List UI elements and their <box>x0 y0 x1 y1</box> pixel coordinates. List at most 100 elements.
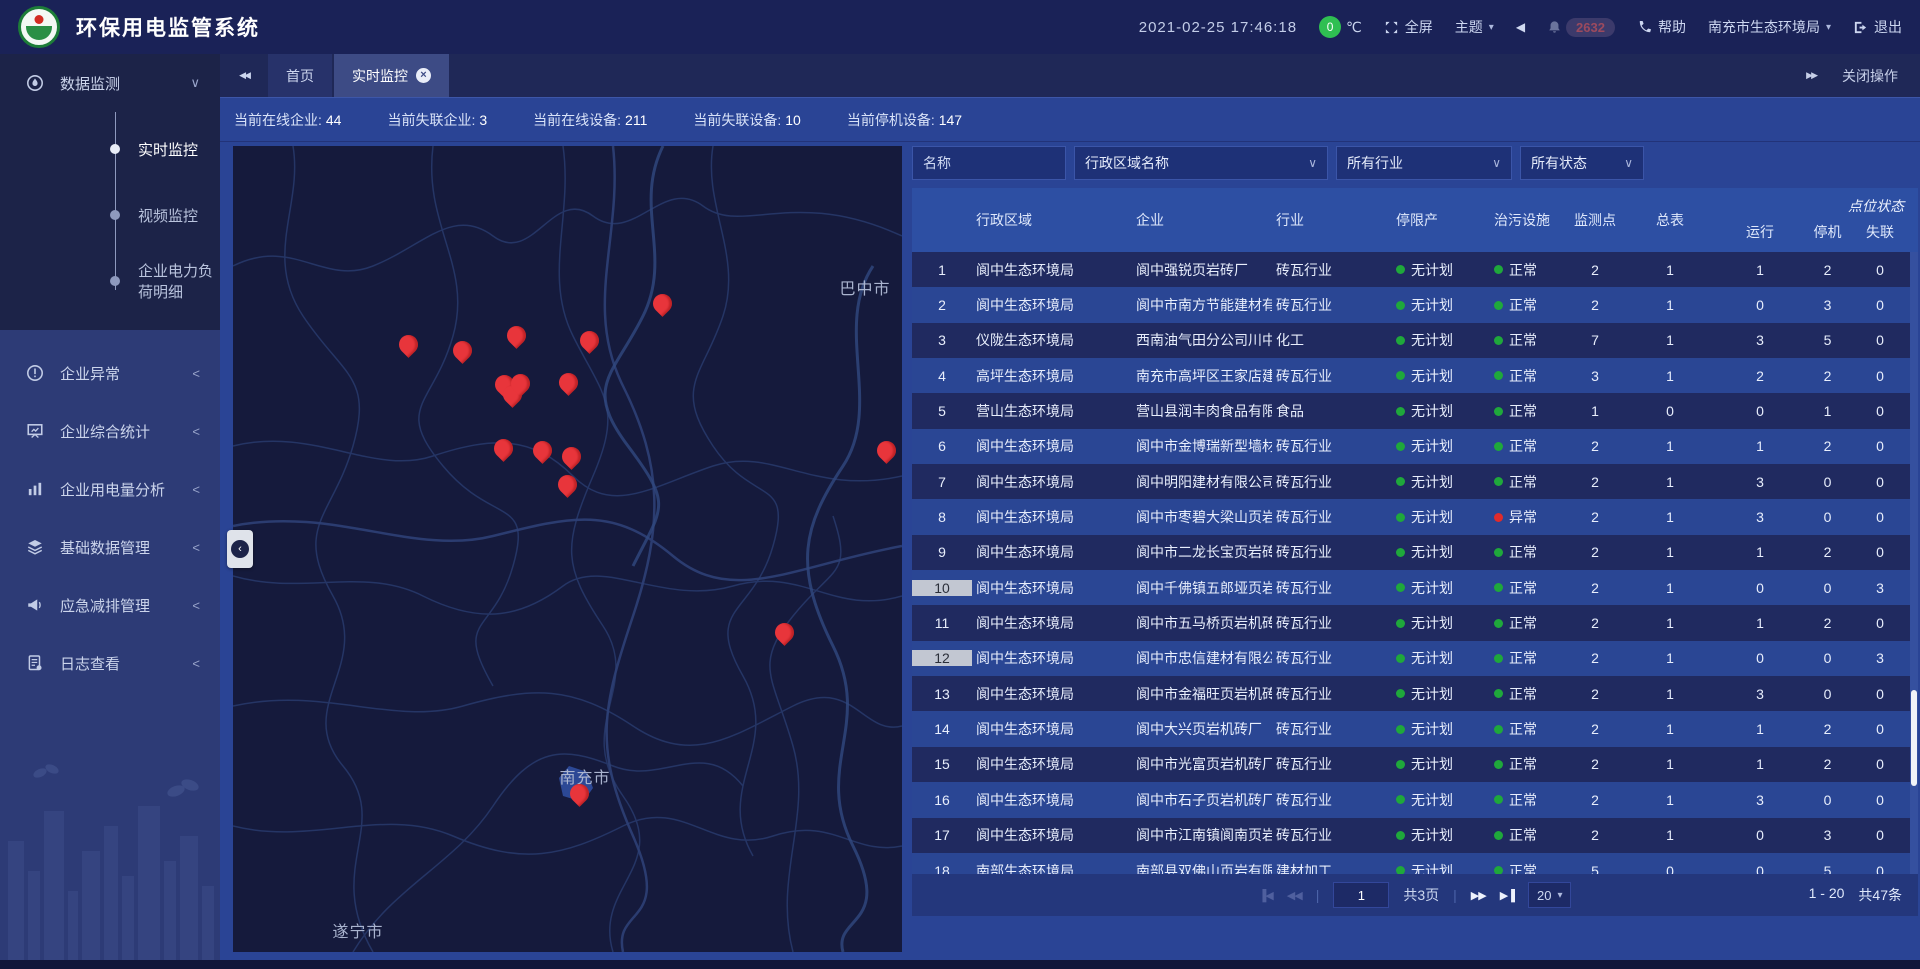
status-dot-green <box>1396 513 1405 522</box>
sidebar-item-realtime-monitor[interactable]: 实时监控 <box>0 116 220 182</box>
cell-meter: 1 <box>1625 544 1715 560</box>
map-collapse-button[interactable]: ‹ <box>227 530 253 568</box>
table-row[interactable]: 5营山生态环境局营山县润丰肉食品有限食品无计划正常10010 <box>912 393 1918 428</box>
cell-run: 0 <box>1715 650 1805 666</box>
cell-limit-status: 无计划 <box>1392 295 1490 315</box>
chevron-down-icon: ∨ <box>190 75 200 91</box>
table-row[interactable]: 16阆中生态环境局阆中市石子页岩机砖厂砖瓦行业无计划正常21300 <box>912 782 1918 817</box>
cell-run: 1 <box>1715 615 1805 631</box>
tab-home[interactable]: 首页 <box>268 54 332 97</box>
table-scrollbar-thumb[interactable] <box>1911 690 1917 786</box>
sidebar-item-enterprise-abnormal[interactable]: 企业异常< <box>0 344 220 402</box>
status-dot-green <box>1396 407 1405 416</box>
cell-company: 阆中市光富页岩机砖厂 <box>1132 754 1272 774</box>
org-menu[interactable]: 南充市生态环境局▾ <box>1708 17 1831 37</box>
fullscreen-button[interactable]: 全屏 <box>1384 17 1433 37</box>
status-dot-green <box>1396 760 1405 769</box>
cell-stop: 2 <box>1805 368 1850 384</box>
logout-button[interactable]: 退出 <box>1853 17 1902 37</box>
help-button[interactable]: 帮助 <box>1637 17 1686 37</box>
cell-run: 0 <box>1715 580 1805 596</box>
status-dot-green <box>1494 795 1503 804</box>
last-page-button[interactable]: ▶▐ <box>1500 889 1514 902</box>
cell-company: 阆中强锐页岩砖厂 <box>1132 260 1272 280</box>
skyline-decoration <box>0 751 220 961</box>
sidebar-item-enterprise-statistics[interactable]: 企业综合统计< <box>0 402 220 460</box>
table-row[interactable]: 1阆中生态环境局阆中强锐页岩砖厂砖瓦行业无计划正常21120 <box>912 252 1918 287</box>
theme-menu[interactable]: 主题▾ <box>1455 17 1494 37</box>
cell-industry: 砖瓦行业 <box>1272 366 1392 386</box>
table-row[interactable]: 8阆中生态环境局阆中市枣碧大梁山页岩砖瓦行业无计划异常21300 <box>912 499 1918 534</box>
table-row[interactable]: 18南部生态环境局南部县双佛山页岩有限公建材加工无计划正常50050 <box>912 853 1918 874</box>
sidebar-item-base-data[interactable]: 基础数据管理< <box>0 518 220 576</box>
cell-region: 阆中生态环境局 <box>972 648 1132 668</box>
chevron-left-icon: ‹ <box>231 540 249 558</box>
cell-region: 阆中生态环境局 <box>972 260 1132 280</box>
cell-region: 阆中生态环境局 <box>972 295 1132 315</box>
page-size-select[interactable]: 20▾ <box>1528 882 1572 908</box>
table-row[interactable]: 15阆中生态环境局阆中市光富页岩机砖厂砖瓦行业无计划正常21120 <box>912 747 1918 782</box>
status-dot-green <box>1396 619 1405 628</box>
name-filter-field[interactable] <box>912 146 1066 180</box>
table-row[interactable]: 3仪陇生态环境局西南油气田分公司川中化工无计划正常71350 <box>912 323 1918 358</box>
sidebar-item-power-load-detail[interactable]: 企业电力负荷明细 <box>0 248 220 314</box>
cell-lost: 0 <box>1850 756 1910 772</box>
stats-bar: 当前在线企业:44 当前失联企业:3 当前在线设备:211 当前失联设备:10 … <box>220 98 1920 142</box>
cell-run: 1 <box>1715 438 1805 454</box>
tab-realtime-monitor[interactable]: 实时监控 × <box>334 54 449 97</box>
table-row[interactable]: 17阆中生态环境局阆中市江南镇阆南页岩砖瓦行业无计划正常21030 <box>912 818 1918 853</box>
cell-meter: 1 <box>1625 686 1715 702</box>
table-row[interactable]: 11阆中生态环境局阆中市五马桥页岩机砖砖瓦行业无计划正常21120 <box>912 605 1918 640</box>
sidebar-item-data-monitoring[interactable]: 数据监测 ∨ <box>0 54 220 112</box>
page-number-input[interactable] <box>1333 882 1389 908</box>
cell-industry: 砖瓦行业 <box>1272 260 1392 280</box>
cell-limit-status: 无计划 <box>1392 366 1490 386</box>
chevron-down-icon: ∨ <box>1624 156 1633 170</box>
notifications-button[interactable]: 2632 <box>1547 18 1615 37</box>
cell-industry: 砖瓦行业 <box>1272 790 1392 810</box>
region-filter-select[interactable]: 行政区域名称∨ <box>1074 146 1328 180</box>
fullscreen-icon <box>1384 20 1399 35</box>
status-filter-select[interactable]: 所有状态∨ <box>1520 146 1644 180</box>
cell-points: 2 <box>1565 721 1625 737</box>
sidebar-item-emergency-reduction[interactable]: 应急减排管理< <box>0 576 220 634</box>
table-row[interactable]: 13阆中生态环境局阆中市金福旺页岩机砖砖瓦行业无计划正常21300 <box>912 676 1918 711</box>
table-row[interactable]: 2阆中生态环境局阆中市南方节能建材有砖瓦行业无计划正常21030 <box>912 287 1918 322</box>
next-page-button[interactable]: ▶▶ <box>1471 889 1486 902</box>
chevron-left-icon: < <box>192 540 200 555</box>
sidebar-item-video-monitor[interactable]: 视频监控 <box>0 182 220 248</box>
table-row[interactable]: 9阆中生态环境局阆中市二龙长宝页岩砖砖瓦行业无计划正常21120 <box>912 535 1918 570</box>
app-title: 环保用电监管系统 <box>76 12 260 42</box>
cell-industry: 砖瓦行业 <box>1272 507 1392 527</box>
close-operations-button[interactable]: 关闭操作 <box>1842 66 1898 86</box>
bottom-edge-strip <box>0 960 1920 969</box>
col-header-company: 企业 <box>1132 188 1272 252</box>
cell-index: 13 <box>912 686 972 702</box>
industry-filter-select[interactable]: 所有行业∨ <box>1336 146 1512 180</box>
table-row[interactable]: 10阆中生态环境局阆中千佛镇五郎垭页岩砖瓦行业无计划正常21003 <box>912 570 1918 605</box>
cell-stop: 0 <box>1805 650 1850 666</box>
cell-region: 阆中生态环境局 <box>972 754 1132 774</box>
table-row[interactable]: 6阆中生态环境局阆中市金博瑞新型墙材砖瓦行业无计划正常21120 <box>912 429 1918 464</box>
sidebar-group-data-monitoring: 数据监测 ∨ 实时监控 视频监控 企业电力负荷明细 <box>0 54 220 330</box>
tabs-scroll-right-button[interactable]: ▶▶ <box>1806 70 1816 81</box>
cell-lost: 0 <box>1850 615 1910 631</box>
table-row[interactable]: 14阆中生态环境局阆中大兴页岩机砖厂砖瓦行业无计划正常21120 <box>912 711 1918 746</box>
sidebar-item-power-usage-analysis[interactable]: 企业用电量分析< <box>0 460 220 518</box>
tab-close-icon[interactable]: × <box>416 68 431 83</box>
cell-points: 2 <box>1565 686 1625 702</box>
first-page-button[interactable]: ▐◀ <box>1259 889 1273 902</box>
table-row[interactable]: 7阆中生态环境局阆中明阳建材有限公司砖瓦行业无计划正常21300 <box>912 464 1918 499</box>
name-filter-input[interactable] <box>923 155 1053 171</box>
speaker-mute-button[interactable]: ◀ <box>1516 20 1525 34</box>
table-row[interactable]: 4高坪生态环境局南充市高坪区王家店建砖瓦行业无计划正常31220 <box>912 358 1918 393</box>
cell-industry: 砖瓦行业 <box>1272 684 1392 704</box>
cell-limit-status: 无计划 <box>1392 472 1490 492</box>
map-panel[interactable]: 巴中市南充市遂宁市 ‹ <box>233 146 902 952</box>
tabs-scroll-left-button[interactable]: ◀◀ <box>220 54 268 97</box>
sidebar-item-log-view[interactable]: 日志查看< <box>0 634 220 692</box>
cell-industry: 砖瓦行业 <box>1272 578 1392 598</box>
status-dot-green <box>1494 831 1503 840</box>
prev-page-button[interactable]: ◀◀ <box>1287 889 1302 902</box>
table-row[interactable]: 12阆中生态环境局阆中市忠信建材有限公砖瓦行业无计划正常21003 <box>912 641 1918 676</box>
